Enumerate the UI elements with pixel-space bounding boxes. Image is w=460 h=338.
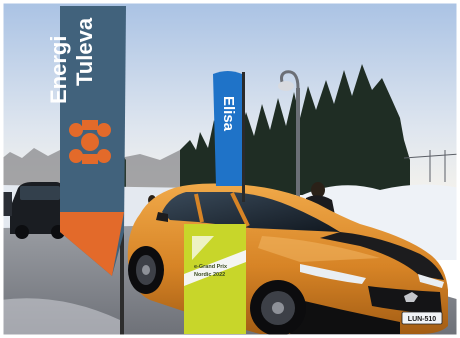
left-flag-line2: Tuleva xyxy=(72,17,97,86)
license-plate-text: LUN-510 xyxy=(408,316,437,323)
left-flag-line1: Energi xyxy=(46,36,71,104)
sign-title: e-Grand Prix xyxy=(194,264,228,270)
right-feather-flag: Elisa xyxy=(213,71,245,202)
event-sign: e-Grand Prix Nordic 2022 xyxy=(184,224,246,334)
front-wheel xyxy=(250,280,306,336)
right-flag-text: Elisa xyxy=(220,96,237,132)
sign-subtitle: Nordic 2022 xyxy=(194,272,225,278)
photo-scene: LUN-510 e-Grand Prix Nordic 2022 Elisa E… xyxy=(0,0,460,338)
photo-illustration: LUN-510 e-Grand Prix Nordic 2022 Elisa E… xyxy=(0,0,460,338)
rear-wheel xyxy=(128,246,164,294)
